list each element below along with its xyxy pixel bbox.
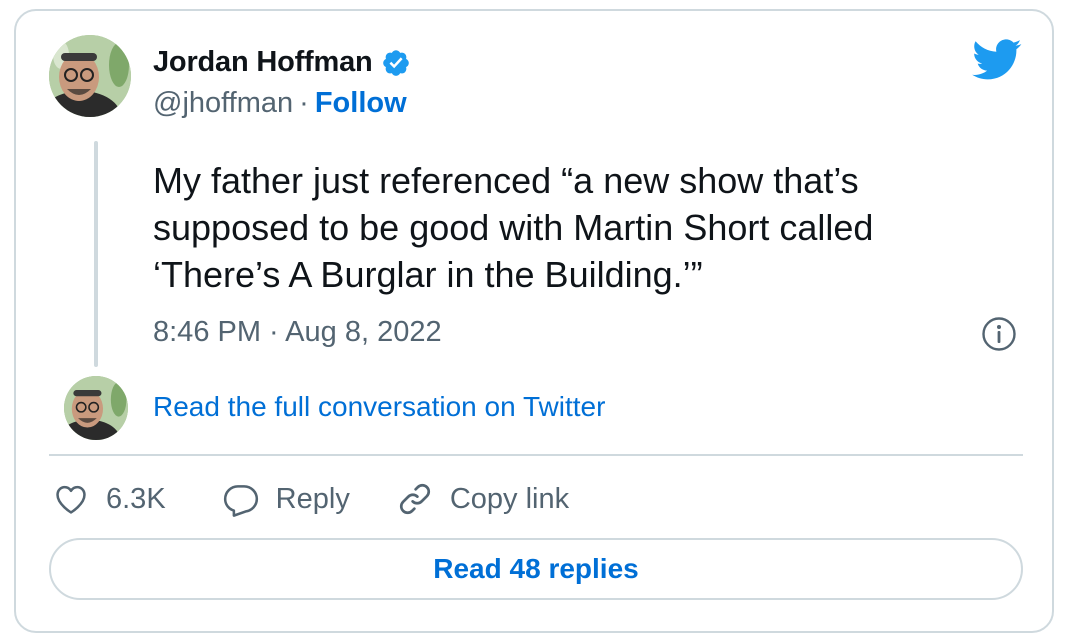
copy-link-button[interactable]: Copy link	[396, 480, 569, 518]
follow-link[interactable]: Follow	[315, 87, 407, 119]
like-count: 6.3K	[106, 482, 166, 515]
link-icon	[399, 483, 430, 515]
thread-line	[94, 141, 98, 367]
twitter-bird-icon[interactable]	[972, 39, 1022, 81]
verified-badge-icon	[381, 48, 411, 78]
person-avatar-icon	[49, 35, 131, 117]
reply-button[interactable]: Reply	[222, 480, 350, 518]
author-display-name[interactable]: Jordan Hoffman	[153, 46, 373, 79]
tweet-timestamp[interactable]: 8:46 PM · Aug 8, 2022	[153, 316, 442, 349]
action-bar: 6.3K Reply Copy link	[52, 477, 569, 521]
author-handle-row: @jhoffman · Follow	[153, 87, 407, 120]
tweet-card: Jordan Hoffman @jhoffman · Follow My fathe…	[14, 9, 1054, 633]
copy-link-label: Copy link	[449, 482, 570, 515]
tweet-text: My father just referenced “a new show th…	[153, 160, 874, 295]
handle-separator: ·	[299, 87, 309, 119]
like-button[interactable]: 6.3K	[52, 480, 166, 518]
read-replies-button[interactable]: Read 48 replies	[49, 538, 1023, 600]
reply-label: Reply	[275, 482, 350, 515]
author-avatar[interactable]	[49, 35, 131, 117]
reply-bubble-icon	[223, 485, 258, 517]
heart-icon	[56, 485, 86, 514]
person-avatar-icon	[64, 376, 128, 440]
reply-avatar[interactable]	[64, 376, 128, 440]
author-name-row: Jordan Hoffman	[153, 46, 411, 79]
author-handle[interactable]: @jhoffman	[153, 87, 293, 119]
info-icon[interactable]	[981, 316, 1017, 352]
divider	[49, 454, 1023, 456]
full-conversation-link[interactable]: Read the full conversation on Twitter	[153, 391, 605, 423]
